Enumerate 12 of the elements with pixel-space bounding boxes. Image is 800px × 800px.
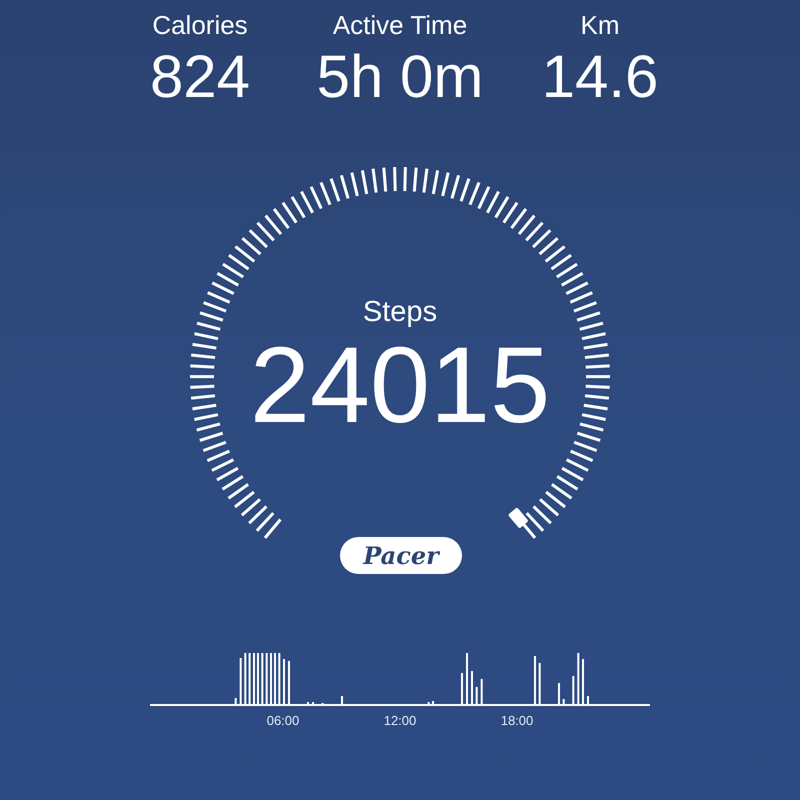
steps-value: 24015 bbox=[250, 330, 550, 440]
time-label: 12:00 bbox=[384, 713, 416, 728]
stat-label: Active Time bbox=[332, 9, 468, 42]
stat-label: Km bbox=[580, 9, 620, 42]
stat-value: 14.6 bbox=[542, 42, 658, 112]
stat-value: 824 bbox=[150, 42, 250, 112]
stat-label: Calories bbox=[152, 9, 248, 42]
time-label: 06:00 bbox=[266, 713, 300, 728]
pacer-logo: Pacer bbox=[340, 537, 462, 574]
steps-label: Steps bbox=[362, 295, 438, 330]
stat-value: 5h 0m bbox=[316, 42, 484, 112]
time-label: 18:00 bbox=[500, 713, 534, 728]
